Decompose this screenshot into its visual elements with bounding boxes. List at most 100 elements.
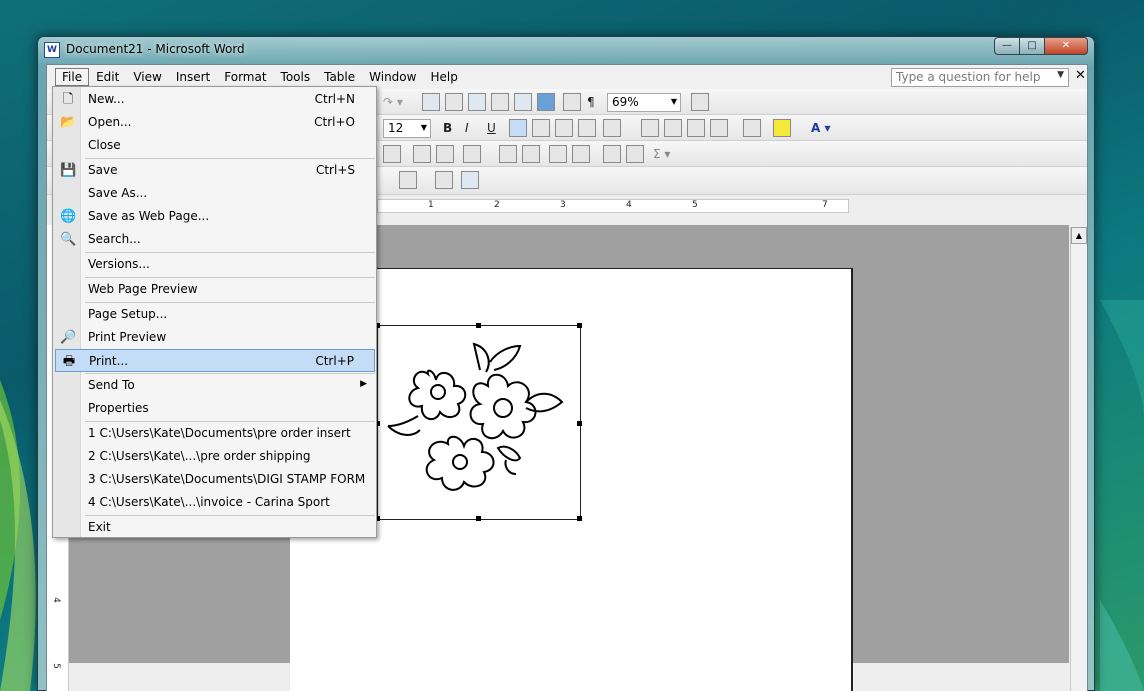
chevron-down-icon[interactable]: ▼ [671, 97, 677, 106]
distribute-columns-icon[interactable] [522, 145, 540, 163]
menu-item-shortcut: Ctrl+S [315, 163, 355, 177]
menu-item-close[interactable]: Close [55, 134, 375, 157]
bold-icon[interactable]: B [443, 119, 452, 137]
menu-item-send-to[interactable]: Send To ▶ [55, 374, 375, 397]
sort-descending-icon[interactable] [626, 145, 644, 163]
folder-icon[interactable] [399, 171, 417, 189]
vertical-scrollbar[interactable]: ▲ [1070, 227, 1087, 691]
word-app-icon[interactable]: W [44, 42, 60, 58]
menu-item-web-preview[interactable]: Web Page Preview [55, 278, 375, 301]
justify-icon[interactable] [578, 119, 596, 137]
help-icon[interactable] [691, 93, 709, 111]
menu-table[interactable]: Table [317, 68, 362, 86]
chevron-down-icon[interactable]: ▼ [421, 123, 427, 132]
flower-drawing [387, 342, 564, 491]
columns-icon[interactable] [514, 93, 532, 111]
menu-item-label: Web Page Preview [88, 282, 198, 296]
menu-tools[interactable]: Tools [274, 68, 318, 86]
ruler-number: 2 [494, 200, 500, 210]
menu-item-save-web[interactable]: 🌐 Save as Web Page... [55, 205, 375, 228]
menu-item-recent-4[interactable]: 4 C:\Users\Kate\...\invoice - Carina Spo… [55, 491, 375, 514]
inserted-image[interactable] [375, 323, 582, 521]
menu-item-label: New... [88, 92, 125, 106]
highlight-icon[interactable] [773, 119, 791, 137]
increase-indent-icon[interactable] [710, 119, 728, 137]
close-document-icon[interactable]: ✕ [1075, 68, 1086, 83]
pilcrow-icon[interactable]: ¶ [587, 93, 595, 111]
menu-item-label: 1 C:\Users\Kate\Documents\pre order inse… [88, 426, 351, 440]
chevron-down-icon[interactable]: ▼ [1057, 70, 1064, 80]
decrease-indent-icon[interactable] [687, 119, 705, 137]
align-left-icon[interactable] [509, 119, 527, 137]
insert-table-icon[interactable] [383, 145, 401, 163]
sort-ascending-icon[interactable] [603, 145, 621, 163]
border-icon[interactable] [743, 119, 761, 137]
menu-item-exit[interactable]: Exit [55, 516, 375, 539]
redo-icon[interactable]: ↷ ▾ [383, 93, 403, 111]
menu-item-shortcut: Ctrl+N [314, 92, 355, 106]
align-center-icon[interactable] [532, 119, 550, 137]
menu-insert[interactable]: Insert [169, 68, 217, 86]
shading-icon[interactable] [413, 145, 431, 163]
underline-icon[interactable]: U [487, 119, 496, 137]
line-spacing-icon[interactable] [603, 119, 621, 137]
printer-icon: 🖶 [62, 354, 76, 369]
scroll-up-icon[interactable]: ▲ [1071, 227, 1087, 244]
print-preview-icon: 🔎 [60, 330, 77, 345]
menu-item-page-setup[interactable]: Page Setup... [55, 303, 375, 326]
horizontal-ruler[interactable]: 1 2 3 4 5 7 [377, 199, 849, 213]
ruler-number: 4 [626, 200, 632, 210]
resize-handle[interactable] [476, 323, 481, 328]
menu-help[interactable]: Help [423, 68, 464, 86]
title-bar[interactable]: W Document21 - Microsoft Word — □ ✕ [38, 37, 1094, 63]
maximize-button[interactable]: □ [1019, 37, 1045, 55]
search-icon: 🔍 [60, 232, 77, 247]
wizard-icon[interactable] [435, 171, 453, 189]
minimize-button[interactable]: — [994, 37, 1020, 55]
menu-item-new[interactable]: 🗋 New... Ctrl+N [55, 88, 375, 111]
zoom-select[interactable]: 69% ▼ [607, 93, 681, 112]
numbering-icon[interactable] [641, 119, 659, 137]
autosum-icon[interactable]: Σ ▾ [653, 145, 670, 163]
menu-item-save-as[interactable]: Save As... [55, 182, 375, 205]
align-right-icon[interactable] [555, 119, 573, 137]
bullets-icon[interactable] [664, 119, 682, 137]
font-color-icon[interactable]: A ▾ [811, 119, 831, 137]
autoformat-icon[interactable] [549, 145, 567, 163]
menu-view[interactable]: View [126, 68, 168, 86]
align-cells-icon[interactable] [463, 145, 481, 163]
resize-handle[interactable] [577, 421, 582, 426]
drawing-icon[interactable] [445, 93, 463, 111]
document-map-icon[interactable] [537, 93, 555, 111]
menu-item-properties[interactable]: Properties [55, 397, 375, 420]
italic-icon[interactable]: I [465, 119, 469, 137]
menu-item-save[interactable]: 💾 Save Ctrl+S [55, 159, 375, 182]
resize-handle[interactable] [577, 516, 582, 521]
menu-format[interactable]: Format [217, 68, 273, 86]
text-direction-icon[interactable] [572, 145, 590, 163]
menu-item-label: Save [88, 163, 118, 177]
resize-handle[interactable] [476, 516, 481, 521]
web-icon[interactable] [422, 93, 440, 111]
menu-window[interactable]: Window [362, 68, 423, 86]
menu-item-recent-1[interactable]: 1 C:\Users\Kate\Documents\pre order inse… [55, 422, 375, 445]
menu-item-recent-2[interactable]: 2 C:\Users\Kate\...\pre order shipping [55, 445, 375, 468]
close-button[interactable]: ✕ [1044, 37, 1088, 55]
menu-item-print-preview[interactable]: 🔎 Print Preview [55, 326, 375, 349]
distribute-rows-icon[interactable] [499, 145, 517, 163]
menu-edit[interactable]: Edit [89, 68, 126, 86]
table-icon[interactable] [468, 93, 486, 111]
menu-item-recent-3[interactable]: 3 C:\Users\Kate\Documents\DIGI STAMP FOR… [55, 468, 375, 491]
help-search-input[interactable]: Type a question for help ▼ [891, 68, 1069, 87]
menu-item-print[interactable]: 🖶 Print... Ctrl+P [55, 349, 375, 372]
zoom-icon[interactable] [563, 93, 581, 111]
menu-item-versions[interactable]: Versions... [55, 253, 375, 276]
excel-icon[interactable] [491, 93, 509, 111]
menu-item-search[interactable]: 🔍 Search... [55, 228, 375, 251]
resize-handle[interactable] [577, 323, 582, 328]
menu-file[interactable]: File [55, 68, 90, 86]
menu-item-open[interactable]: 📂 Open... Ctrl+O [55, 111, 375, 134]
scroll-up-icon[interactable] [461, 171, 479, 189]
merge-cells-icon[interactable] [436, 145, 454, 163]
font-size-select[interactable]: 12 ▼ [383, 119, 431, 138]
